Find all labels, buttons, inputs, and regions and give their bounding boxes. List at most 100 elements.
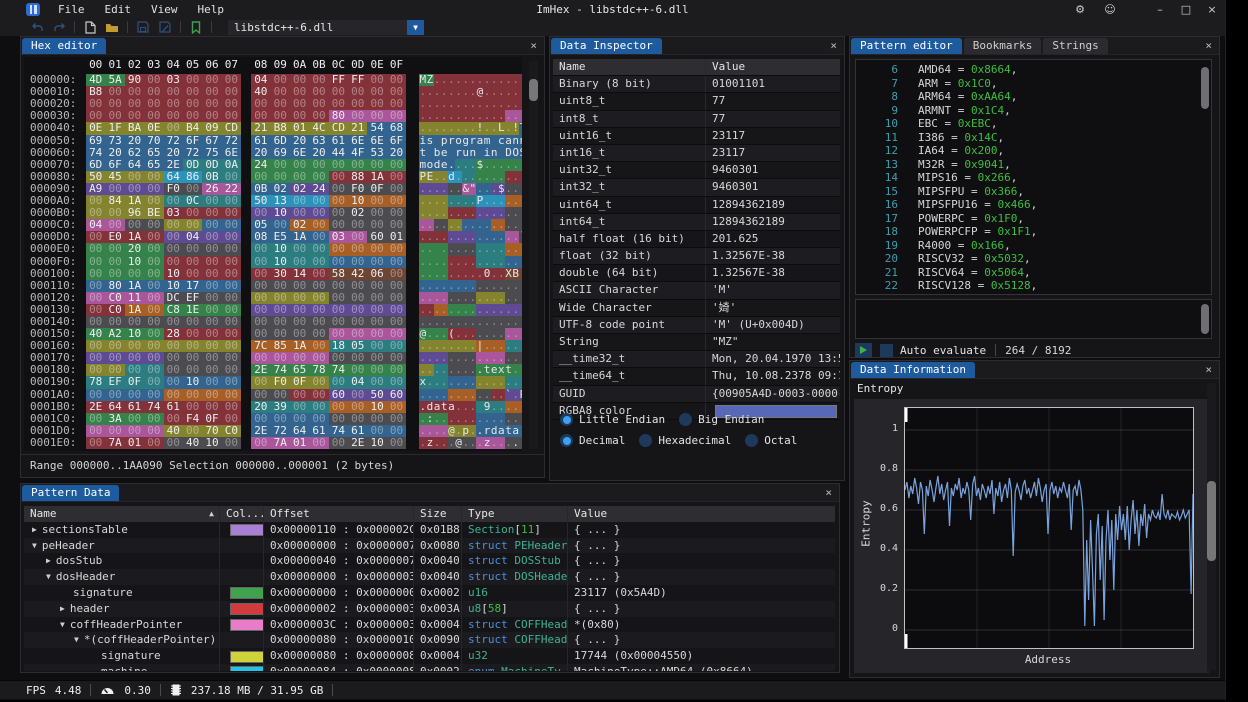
inspector-row[interactable]: __time32_tMon, 20.04.1970 13:51	[553, 351, 840, 368]
hex-ascii-char[interactable]: .	[462, 328, 469, 340]
menu-file[interactable]: File	[48, 2, 95, 17]
hex-ascii-char[interactable]: .	[484, 171, 491, 183]
hex-ascii-char[interactable]: .	[434, 389, 441, 401]
hex-ascii-char[interactable]: .	[469, 74, 476, 86]
hex-byte[interactable]: 00	[309, 268, 328, 280]
hex-ascii-char[interactable]: .	[426, 98, 433, 110]
hex-ascii-char[interactable]: .	[505, 376, 512, 388]
inspector-row[interactable]: String"MZ"	[553, 334, 840, 351]
hex-ascii-char[interactable]: .	[476, 207, 483, 219]
hex-ascii-char[interactable]: .	[476, 425, 483, 437]
hex-byte[interactable]: 00	[387, 280, 406, 292]
hex-ascii-char[interactable]: .	[498, 437, 505, 449]
inspector-row[interactable]: uint64_t12894362189	[553, 197, 840, 214]
hex-ascii-char[interactable]: d	[491, 425, 498, 437]
hex-ascii-char[interactable]: .	[505, 110, 512, 122]
hex-ascii-char[interactable]: s	[426, 135, 433, 147]
hex-ascii-char[interactable]: a	[512, 425, 519, 437]
hex-byte[interactable]: 00	[222, 413, 241, 425]
hex-byte[interactable]: 20	[125, 135, 144, 147]
hex-ascii-char[interactable]: n	[469, 147, 476, 159]
hex-ascii-char[interactable]: .	[512, 328, 519, 340]
hex-ascii-char[interactable]: .	[498, 74, 505, 86]
hex-ascii-char[interactable]: .	[469, 159, 476, 171]
pattern-line[interactable]: 21RISCV64 = 0x5064,	[856, 266, 1211, 280]
hex-ascii-char[interactable]: .	[484, 195, 491, 207]
hex-ascii-char[interactable]: .	[441, 231, 448, 243]
hex-ascii-char[interactable]: .	[455, 389, 462, 401]
color-swatch[interactable]	[230, 619, 264, 631]
hex-ascii-char[interactable]: .	[441, 207, 448, 219]
hex-ascii-char[interactable]: .	[419, 268, 426, 280]
hex-ascii-char[interactable]: .	[426, 243, 433, 255]
hex-ascii-char[interactable]: .	[441, 389, 448, 401]
hex-ascii-char[interactable]: .	[512, 401, 519, 413]
pattern-data-col-size[interactable]: Size	[414, 506, 462, 522]
hex-ascii-char[interactable]: r	[469, 135, 476, 147]
hex-ascii-char[interactable]: .	[448, 183, 455, 195]
hex-ascii-char[interactable]: .	[441, 195, 448, 207]
hex-ascii-char[interactable]: .	[448, 195, 455, 207]
hex-ascii-char[interactable]: D	[505, 147, 512, 159]
hex-scrollbar[interactable]	[529, 61, 538, 449]
hex-ascii-char[interactable]: .	[519, 171, 522, 183]
hex-ascii-char[interactable]: .	[455, 268, 462, 280]
inspector-row[interactable]: Wide Character'婍'	[553, 300, 840, 317]
hex-ascii-char[interactable]: .	[426, 231, 433, 243]
hex-ascii-char[interactable]	[491, 135, 498, 147]
hex-byte[interactable]: 00	[144, 243, 163, 255]
hex-ascii-char[interactable]: n	[512, 135, 519, 147]
hex-byte[interactable]: 00	[144, 256, 163, 268]
hex-byte[interactable]: 00	[183, 389, 202, 401]
hex-ascii-char[interactable]: .	[519, 268, 522, 280]
hex-ascii-char[interactable]: e	[491, 364, 498, 376]
radio-decimal[interactable]: Decimal	[560, 434, 625, 447]
close-icon[interactable]: ×	[523, 38, 544, 54]
hex-ascii-char[interactable]: .	[426, 316, 433, 328]
hex-byte[interactable]: 00	[367, 243, 386, 255]
hex-byte[interactable]: 01	[290, 122, 309, 134]
hex-ascii-char[interactable]: .	[512, 207, 519, 219]
hex-ascii-char[interactable]	[476, 147, 483, 159]
hex-byte[interactable]: 00	[329, 401, 348, 413]
hex-ascii-char[interactable]: .	[498, 401, 505, 413]
hex-ascii-char[interactable]: .	[469, 401, 476, 413]
hex-ascii-char[interactable]: .	[476, 328, 483, 340]
tree-toggle-icon[interactable]: ▶	[60, 601, 65, 617]
hex-byte[interactable]: 00	[251, 389, 270, 401]
hex-byte[interactable]: 69	[271, 147, 290, 159]
hex-ascii-char[interactable]: .	[419, 364, 426, 376]
hex-ascii-char[interactable]: t	[484, 364, 491, 376]
hex-ascii-char[interactable]: .	[498, 171, 505, 183]
hex-byte[interactable]: 20	[387, 147, 406, 159]
hex-ascii-char[interactable]: .	[505, 98, 512, 110]
hex-ascii-char[interactable]: .	[441, 110, 448, 122]
hex-byte[interactable]: 21	[251, 122, 270, 134]
hex-ascii-char[interactable]: .	[455, 352, 462, 364]
hex-ascii-char[interactable]: a	[434, 401, 441, 413]
hex-ascii-char[interactable]: .	[441, 268, 448, 280]
hex-ascii-char[interactable]: i	[419, 135, 426, 147]
hex-ascii-char[interactable]: .	[419, 207, 426, 219]
hex-ascii-char[interactable]: .	[462, 231, 469, 243]
hex-ascii-char[interactable]: .	[426, 122, 433, 134]
hex-ascii-char[interactable]: .	[519, 219, 522, 231]
close-icon[interactable]: ×	[1198, 38, 1219, 54]
hex-byte[interactable]: 00	[251, 256, 270, 268]
hex-ascii-char[interactable]: "	[469, 183, 476, 195]
tab-data-information[interactable]: Data Information	[851, 362, 975, 378]
hex-ascii-char[interactable]: t	[505, 364, 512, 376]
hex-ascii-char[interactable]: .	[512, 159, 519, 171]
hex-ascii-char[interactable]: .	[498, 340, 505, 352]
hex-ascii-char[interactable]: .	[519, 86, 522, 98]
hex-ascii-char[interactable]: .	[512, 110, 519, 122]
hex-ascii-char[interactable]: .	[476, 110, 483, 122]
hex-ascii-char[interactable]: .	[462, 364, 469, 376]
hex-byte[interactable]: EF	[105, 376, 124, 388]
hex-byte[interactable]: 00	[202, 256, 221, 268]
hex-ascii-char[interactable]: .	[448, 304, 455, 316]
hex-ascii-char[interactable]: .	[476, 231, 483, 243]
hex-byte[interactable]: 10	[271, 243, 290, 255]
hex-ascii-char[interactable]: .	[448, 231, 455, 243]
hex-ascii-char[interactable]: .	[491, 280, 498, 292]
